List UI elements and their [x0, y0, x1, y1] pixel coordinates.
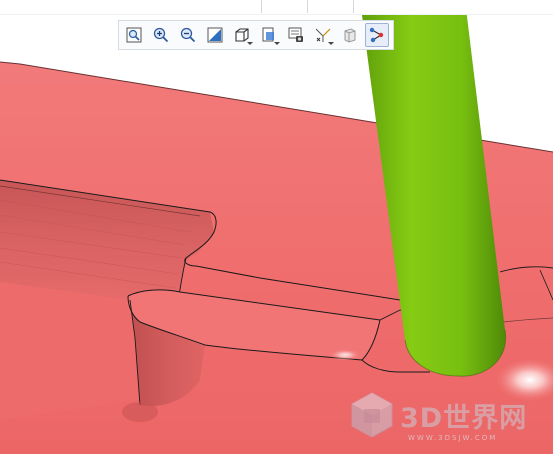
- 3d-model-viewport[interactable]: 3D世界网 WWW.3DSJW.COM: [0, 0, 553, 454]
- chevron-down-icon: [247, 42, 253, 45]
- annotation-display-icon: [344, 28, 356, 43]
- top-divider: [353, 0, 354, 13]
- view-manager-icon: [288, 27, 303, 42]
- display-style-button[interactable]: [230, 23, 254, 47]
- zoom-in-button[interactable]: [149, 23, 173, 47]
- top-divider: [307, 0, 308, 13]
- refit-icon: [126, 27, 142, 43]
- top-divider: [261, 0, 262, 13]
- chevron-down-icon: [274, 42, 280, 45]
- annotation-display-button[interactable]: [338, 23, 362, 47]
- saved-orientations-button[interactable]: [257, 23, 281, 47]
- zoom-out-icon: [180, 27, 196, 43]
- refit-button[interactable]: [122, 23, 146, 47]
- chevron-down-icon: [328, 42, 334, 45]
- watermark-cube-icon: [351, 392, 393, 438]
- repaint-button[interactable]: [203, 23, 227, 47]
- zoom-in-icon: [153, 27, 169, 43]
- repaint-icon: [207, 27, 223, 43]
- view-manager-button[interactable]: [284, 23, 308, 47]
- zoom-out-button[interactable]: [176, 23, 200, 47]
- pocket-floor: [0, 282, 140, 420]
- spin-center-button[interactable]: [365, 23, 389, 47]
- watermark-text: 3D世界网: [400, 402, 528, 434]
- graphics-toolbar: [118, 20, 394, 50]
- watermark-url: WWW.3DSJW.COM: [408, 434, 498, 442]
- window-top-strip: [0, 0, 553, 15]
- datum-display-button[interactable]: [311, 23, 335, 47]
- spin-center-icon: [369, 27, 384, 43]
